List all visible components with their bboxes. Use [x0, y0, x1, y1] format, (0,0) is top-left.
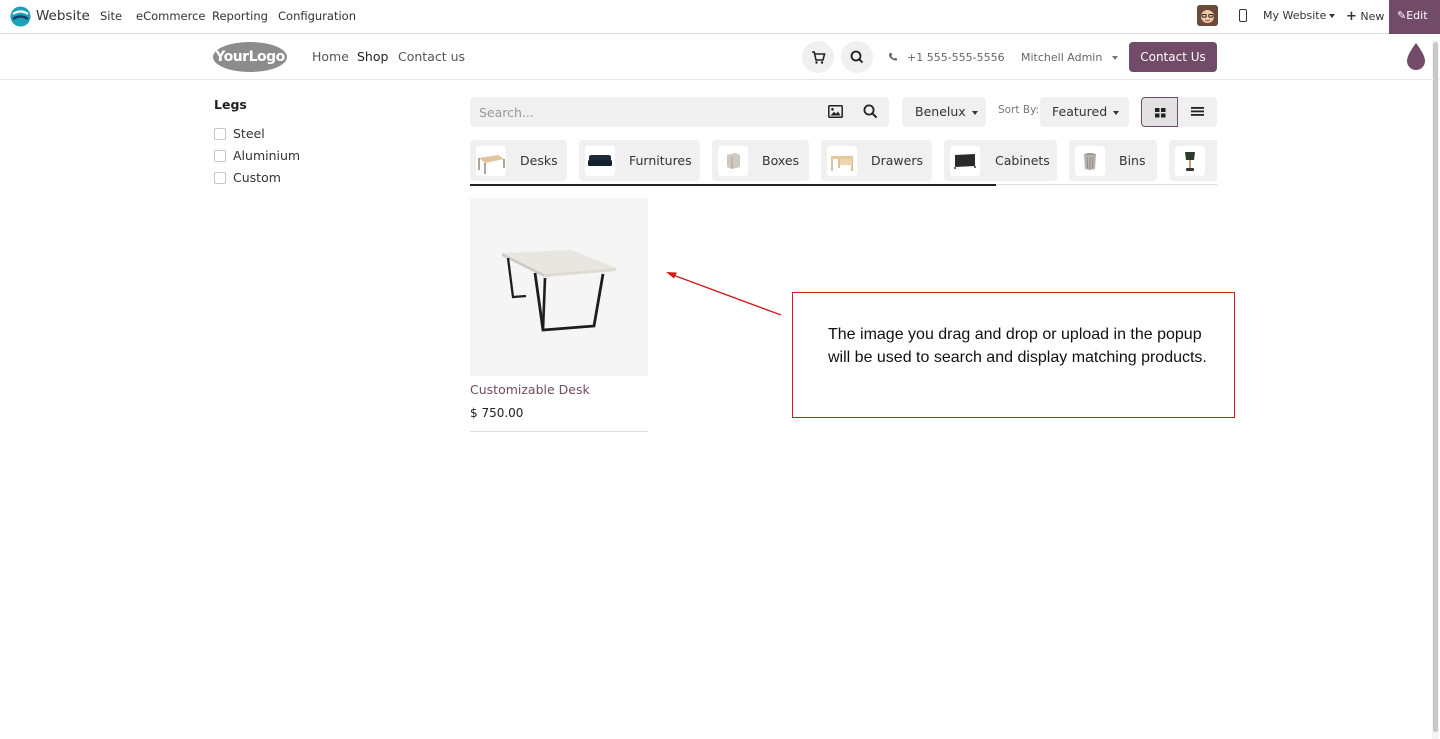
desk-product-image: [502, 250, 616, 332]
box-icon: [727, 153, 740, 169]
list-view-button[interactable]: [1178, 97, 1217, 127]
category-label: Cabinets: [995, 153, 1050, 168]
category-chip-furnitures[interactable]: Furnitures: [579, 140, 700, 181]
category-label: Bins: [1119, 153, 1146, 168]
category-label: Desks: [520, 153, 558, 168]
mobile-preview-icon[interactable]: [1239, 9, 1247, 22]
sort-value: Featured: [1052, 104, 1108, 119]
plus-icon: +: [1346, 9, 1357, 24]
caret-down-icon: [1111, 56, 1118, 60]
grid-view-icon: [1155, 108, 1166, 118]
annotation-line-1: The image you drag and drop or upload in…: [828, 326, 1202, 343]
new-label: New: [1360, 10, 1385, 23]
sofa-icon: [588, 155, 612, 166]
pricelist-dropdown[interactable]: Benelux: [902, 97, 986, 127]
search-submit-icon[interactable]: [863, 104, 878, 119]
menu-configuration[interactable]: Configuration: [278, 9, 356, 23]
cabinet-icon: [954, 154, 976, 169]
list-view-icon: [1191, 107, 1204, 116]
edit-label: Edit: [1406, 9, 1428, 22]
category-chip-desks[interactable]: Desks: [470, 140, 567, 181]
user-menu[interactable]: Mitchell Admin: [1021, 51, 1118, 64]
site-logo[interactable]: YourLogo: [213, 42, 287, 72]
annotation-box: The image you drag and drop or upload in…: [792, 292, 1235, 418]
contact-us-button[interactable]: Contact Us: [1129, 42, 1217, 72]
menu-site[interactable]: Site: [100, 9, 122, 23]
pricelist-label: Benelux: [915, 104, 966, 119]
admin-topbar: Website Site eCommerce Reporting Configu…: [0, 0, 1440, 34]
nav-contact-us[interactable]: Contact us: [398, 49, 465, 64]
caret-down-icon: [1113, 110, 1120, 115]
edit-button[interactable]: ✎Edit: [1389, 0, 1440, 34]
product-divider: [470, 431, 648, 432]
annotation-line-2: will be used to search and display match…: [828, 348, 1207, 366]
product-name[interactable]: Customizable Desk: [470, 382, 590, 397]
my-website-label: My Website: [1263, 9, 1327, 22]
categories-scroll-indicator[interactable]: [470, 184, 996, 186]
checkbox[interactable]: [214, 128, 226, 140]
grid-view-button[interactable]: [1141, 97, 1178, 127]
website-header: YourLogo Home Shop Contact us +1 555-555…: [0, 35, 1440, 80]
phone-number[interactable]: +1 555-555-5556: [907, 51, 1005, 64]
lamp-thumbnail: [1175, 146, 1205, 176]
bin-icon: [1084, 153, 1096, 170]
pencil-icon: ✎: [1397, 9, 1407, 22]
header-search-button[interactable]: [841, 41, 873, 73]
scrollbar-thumb[interactable]: [1433, 42, 1438, 732]
category-chip-bins[interactable]: Bins: [1069, 140, 1157, 181]
annotation-arrow: [666, 272, 782, 316]
bin-thumbnail: [1075, 146, 1105, 176]
drawer-thumbnail: [827, 146, 857, 176]
category-label: Boxes: [762, 153, 800, 168]
user-avatar[interactable]: [1197, 5, 1218, 26]
filter-label: Steel: [233, 126, 265, 141]
box-thumbnail: [718, 146, 748, 176]
category-chip-drawers[interactable]: Drawers: [821, 140, 932, 181]
menu-reporting[interactable]: Reporting: [212, 9, 268, 23]
product-search-box: [470, 97, 889, 127]
sort-dropdown[interactable]: Featured: [1040, 97, 1129, 127]
drawer-icon: [831, 156, 853, 171]
product-search-input[interactable]: [470, 97, 820, 127]
nav-shop[interactable]: Shop: [357, 49, 388, 64]
filter-label: Custom: [233, 170, 281, 185]
cart-button[interactable]: [802, 41, 834, 73]
furniture-thumbnail: [585, 146, 615, 176]
cabinet-thumbnail: [950, 146, 980, 176]
odoo-website-app-icon[interactable]: [10, 6, 31, 27]
phone-icon: [889, 53, 897, 61]
category-label: Drawers: [871, 153, 923, 168]
product-image[interactable]: [470, 198, 648, 376]
caret-down-icon: [1329, 14, 1336, 18]
category-label: Furnitures: [629, 153, 692, 168]
new-button[interactable]: + New: [1346, 9, 1384, 24]
product-price: $ 750.00: [470, 406, 524, 420]
search-icon: [850, 50, 864, 64]
category-chip-cabinets[interactable]: Cabinets: [944, 140, 1057, 181]
category-chip-boxes[interactable]: Boxes: [712, 140, 809, 181]
caret-down-icon: [971, 110, 978, 115]
checkbox[interactable]: [214, 172, 226, 184]
menu-ecommerce[interactable]: eCommerce: [136, 9, 206, 23]
filter-label: Aluminium: [233, 148, 301, 163]
cart-icon: [812, 51, 826, 64]
user-name: Mitchell Admin: [1021, 51, 1103, 64]
desk-thumbnail: [476, 146, 506, 176]
filter-title-legs: Legs: [214, 97, 247, 112]
image-search-icon[interactable]: [828, 105, 843, 118]
my-website-dropdown[interactable]: My Website: [1263, 9, 1336, 22]
desk-icon: [478, 155, 505, 174]
category-chip-lamps[interactable]: [1169, 140, 1217, 181]
avatar-face-icon: [1197, 5, 1218, 26]
app-name[interactable]: Website: [36, 8, 90, 24]
nav-home[interactable]: Home: [312, 49, 349, 64]
theme-drop-icon[interactable]: [1405, 41, 1427, 71]
lamp-icon: [1185, 152, 1195, 171]
sort-by-label: Sort By:: [998, 104, 1040, 116]
checkbox[interactable]: [214, 150, 226, 162]
